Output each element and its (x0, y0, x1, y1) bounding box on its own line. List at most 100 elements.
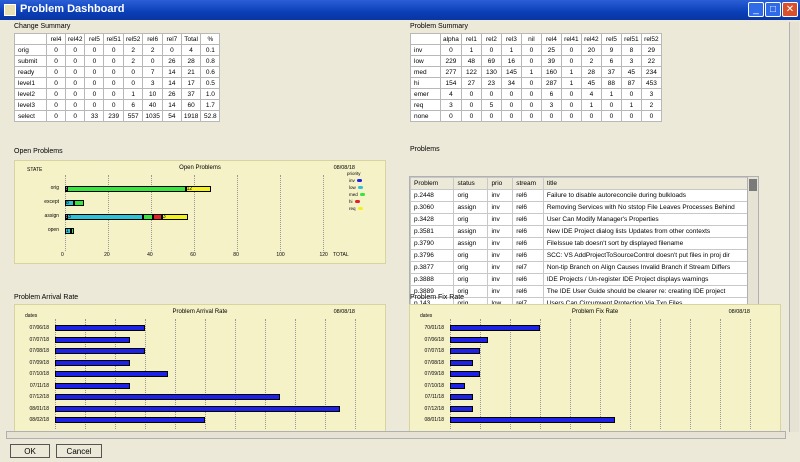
main-horizontal-scrollbar[interactable] (6, 431, 786, 439)
change-summary-row: level2 0 0 0 0 1 10 26 37 1.0 (14, 88, 221, 100)
fix-chart-bar (450, 371, 480, 377)
problem-summary-cell: 6 (600, 55, 622, 67)
change-summary-cell: 0 (64, 99, 86, 111)
ok-button[interactable]: OK (10, 444, 50, 458)
change-summary-cell: 4 (180, 44, 202, 56)
problem-summary-cell: 45 (580, 77, 602, 89)
problem-row[interactable]: p.2448 orig inv rel6 Failure to disable auto… (410, 189, 751, 202)
fix-chart-category-label: 70/01/18 (424, 325, 444, 331)
arrival-chart-title: Problem Arrival Rate (172, 309, 228, 315)
problem-row[interactable]: p.3888 orig inv rel6 IDE Projects / Un-regis… (410, 273, 751, 286)
problem-cell-prio: inv (487, 201, 514, 214)
main-vertical-scrollbar[interactable] (789, 22, 799, 432)
problem-summary-cell: 0 (480, 44, 502, 56)
problem-summary-cell: 1 (560, 77, 582, 89)
problem-summary-row-label: req (410, 99, 441, 111)
problem-summary-cell: 0 (500, 88, 522, 100)
fix-chart-bar (450, 405, 473, 412)
problems-header-prio[interactable]: prio (487, 177, 514, 190)
problems-scroll-thumb[interactable] (749, 179, 757, 191)
open-chart-bar-req: 12 (185, 186, 212, 192)
open-chart-ylabel: STATE (27, 167, 43, 173)
change-summary-header-row: rel4 rel42 rel5 rel51 rel52 rel6 rel7 Total% (14, 33, 221, 45)
problem-summary-row: none 0 0 0 0 0 0 0 0 0 0 0 (410, 110, 662, 122)
legend-label: req (349, 206, 356, 211)
problem-row[interactable]: p.3790 assign inv rel6 FileIssue tab doesn't… (410, 237, 751, 250)
arrival-chart-category-label: 07/10/18 (29, 371, 49, 377)
problem-summary-cell: 37 (600, 66, 622, 78)
problem-row[interactable]: p.3877 orig inv rel7 Non-tip Branch on Align… (410, 261, 751, 274)
problem-cell-status: orig (453, 189, 489, 202)
change-summary-cell: 14 (161, 99, 182, 111)
problems-header-status[interactable]: status (453, 177, 489, 190)
change-summary-cell: 37 (180, 88, 202, 100)
problem-summary-cell: 28 (580, 66, 602, 78)
problems-header-problem[interactable]: Problem (410, 177, 455, 190)
arrival-chart-bar (55, 394, 280, 400)
problem-cell-prio: inv (487, 261, 514, 274)
problem-summary-cell: 0 (600, 99, 622, 111)
problem-cell-prio: inv (487, 189, 514, 202)
problems-scrollbar[interactable] (747, 177, 758, 305)
cancel-button[interactable]: Cancel (56, 444, 102, 458)
change-summary-cell: 0 (84, 66, 105, 78)
problem-summary-row: emer 4 0 0 0 0 6 0 4 1 0 3 (410, 88, 662, 100)
problem-summary-row-label: med (410, 66, 441, 78)
legend-item-inv: inv (349, 178, 362, 183)
problem-cell-status: orig (453, 249, 489, 262)
change-summary-cell: 0 (46, 66, 66, 78)
fix-chart-bar (450, 336, 488, 343)
problem-row[interactable]: p.3060 assign inv rel6 Removing Services wit… (410, 201, 751, 214)
arrival-chart-bar (55, 336, 130, 343)
problem-summary-cell: 5 (480, 99, 502, 111)
fix-chart-bar (450, 325, 540, 331)
arrival-chart-category-label: 07/06/18 (29, 325, 49, 331)
fix-chart-gridline (630, 319, 631, 429)
problem-cell-problem: p.3060 (410, 201, 455, 214)
problem-row[interactable]: p.3428 orig inv rel6 User Can Modify Manager… (410, 213, 751, 226)
change-summary-cell: 0 (46, 88, 66, 100)
problem-summary-cell: 0 (460, 110, 482, 122)
problems-table[interactable]: Problem status prio stream title p.2448 orig in… (409, 176, 759, 306)
problem-summary-cell: 0 (440, 110, 462, 122)
legend-label: low (349, 185, 356, 190)
change-summary-cell: 14 (161, 77, 182, 89)
problem-summary-header-cell: rel51 (620, 33, 642, 45)
open-chart-tick-label: 60 (190, 252, 196, 258)
problem-row[interactable]: p.3796 orig inv rel6 SCC: VS AddProjectToSou… (410, 249, 751, 262)
problem-cell-title: FileIssue tab doesn't sort by displayed … (542, 237, 751, 250)
change-summary-cell: 0 (84, 88, 105, 100)
problem-cell-prio: inv (487, 273, 514, 286)
problem-summary-cell: 3 (620, 55, 642, 67)
problems-header-title[interactable]: title (542, 177, 751, 190)
change-summary-cell: 1035 (142, 110, 163, 122)
change-summary-row-label: level1 (14, 77, 47, 89)
problems-header-stream[interactable]: stream (512, 177, 544, 190)
problem-cell-title: SCC: VS AddProjectToSourceControl doesn'… (542, 249, 751, 262)
open-chart-bar-med (142, 214, 154, 220)
minimize-button[interactable]: _ (748, 2, 764, 17)
problem-summary-cell: 48 (460, 55, 482, 67)
arrival-chart-category-label: 07/12/18 (29, 394, 49, 400)
maximize-button[interactable]: □ (765, 2, 781, 17)
dashboard-content: Change Summary rel4 rel42 rel5 rel51 rel52 re… (0, 20, 800, 442)
open-chart-bar-med (67, 186, 186, 192)
open-chart-gridline (323, 175, 325, 251)
problem-row[interactable]: p.3581 assign inv rel6 New IDE Project dialo… (410, 225, 751, 238)
close-button[interactable]: ✕ (782, 2, 798, 17)
change-summary-cell: 60 (180, 99, 202, 111)
fix-chart-category-label: 08/01/18 (424, 417, 444, 423)
problem-summary-cell: 0 (560, 44, 582, 56)
problem-summary-cell: 0 (480, 88, 502, 100)
change-summary-cell: 0 (161, 44, 182, 56)
change-summary-cell: 21 (180, 66, 202, 78)
problem-cell-title: The IDE User Guide should be clearer re:… (542, 285, 751, 298)
problem-cell-stream: rel7 (512, 261, 544, 274)
problem-summary-row: inv 0 1 0 1 0 25 0 20 9 8 29 (410, 44, 662, 56)
change-summary-cell: 7 (142, 66, 163, 78)
change-summary-row-label: level3 (14, 99, 47, 111)
change-summary-cell: 2 (142, 44, 163, 56)
change-summary-cell: 10 (142, 88, 163, 100)
open-chart-title: Open Problems (179, 165, 221, 171)
change-summary-cell: 2 (122, 55, 144, 67)
